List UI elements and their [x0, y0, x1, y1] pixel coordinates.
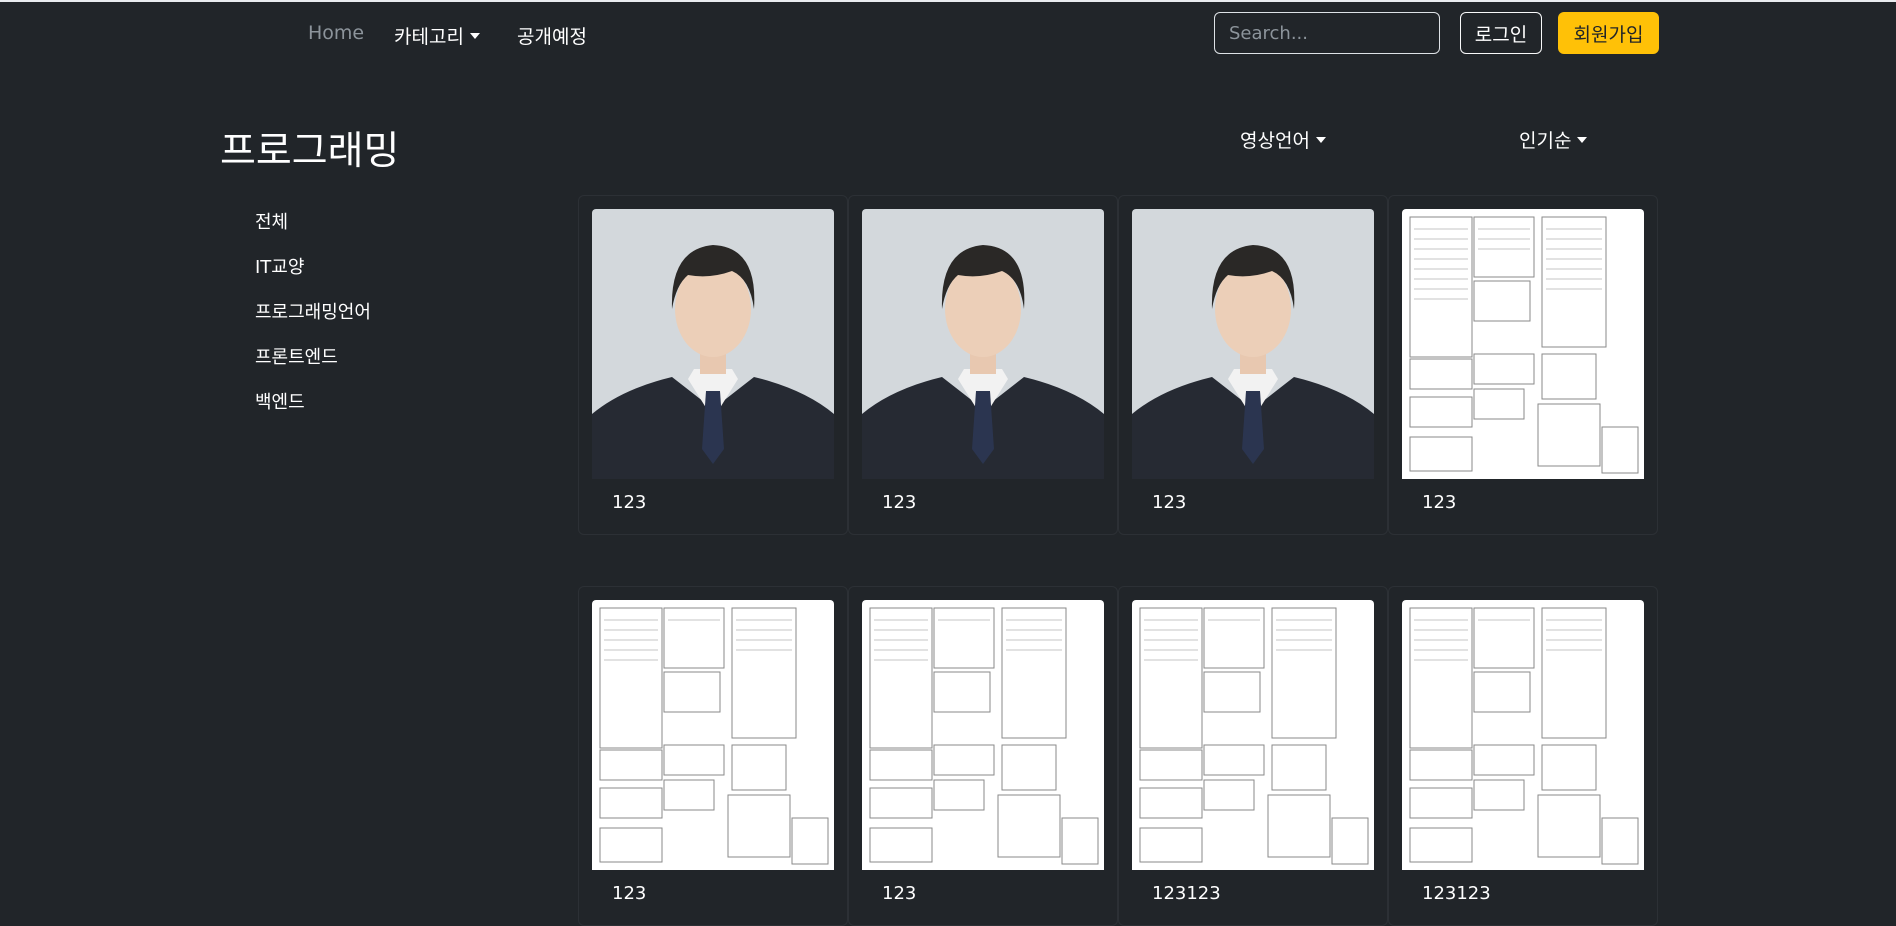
- sidebar-item-frontend[interactable]: 프론트엔드: [255, 343, 338, 369]
- card-title: 123: [1152, 492, 1187, 513]
- card-title: 123: [1422, 492, 1457, 513]
- sort-filter-label: 인기순: [1519, 130, 1572, 152]
- portrait-photo-image: [862, 209, 1104, 479]
- sidebar-item-all[interactable]: 전체: [255, 208, 288, 234]
- card-title: 123: [612, 492, 647, 513]
- portrait-thumbnail: [1132, 209, 1374, 479]
- course-card[interactable]: 123: [578, 586, 848, 926]
- caret-down-icon: [469, 33, 480, 39]
- caret-down-icon: [1577, 137, 1588, 143]
- portrait-thumbnail: [592, 209, 834, 479]
- erd-diagram-image: [1402, 600, 1644, 870]
- course-card[interactable]: 123: [1118, 195, 1388, 535]
- erd-diagram-image: [592, 600, 834, 870]
- sidebar-item-backend[interactable]: 백엔드: [255, 388, 305, 414]
- diagram-thumbnail: [862, 600, 1104, 870]
- login-button[interactable]: 로그인: [1460, 12, 1542, 54]
- card-title: 123: [882, 883, 917, 904]
- course-card[interactable]: 123: [848, 195, 1118, 535]
- sidebar-item-it-culture[interactable]: IT교양: [255, 253, 304, 279]
- language-filter-label: 영상언어: [1240, 130, 1310, 152]
- erd-diagram-image: [1132, 600, 1374, 870]
- portrait-photo-image: [1132, 209, 1374, 479]
- course-card[interactable]: 123: [578, 195, 848, 535]
- sort-filter-dropdown[interactable]: 인기순: [1519, 126, 1588, 153]
- caret-down-icon: [1315, 137, 1326, 143]
- course-card[interactable]: 123: [1388, 195, 1658, 535]
- portrait-thumbnail: [862, 209, 1104, 479]
- diagram-thumbnail: [1132, 600, 1374, 870]
- nav-home-link[interactable]: Home: [308, 22, 364, 44]
- nav-category-label: 카테고리: [394, 26, 464, 48]
- card-title: 123: [882, 492, 917, 513]
- erd-diagram-image: [1402, 209, 1644, 479]
- nav-upcoming-link[interactable]: 공개예정: [517, 22, 587, 49]
- card-title: 123123: [1422, 883, 1491, 904]
- course-card[interactable]: 123123: [1118, 586, 1388, 926]
- course-card[interactable]: 123: [848, 586, 1118, 926]
- card-title: 123123: [1152, 883, 1221, 904]
- search-input[interactable]: [1214, 12, 1440, 54]
- diagram-thumbnail: [1402, 209, 1644, 479]
- diagram-thumbnail: [592, 600, 834, 870]
- nav-category-dropdown[interactable]: 카테고리: [394, 22, 480, 49]
- sidebar-item-programming-language[interactable]: 프로그래밍언어: [255, 298, 371, 324]
- page-title: 프로그래밍: [220, 129, 400, 174]
- signup-button[interactable]: 회원가입: [1558, 12, 1659, 54]
- language-filter-dropdown[interactable]: 영상언어: [1240, 126, 1326, 153]
- navbar: Home 카테고리 공개예정 로그인 회원가입: [0, 2, 1896, 62]
- course-card[interactable]: 123123: [1388, 586, 1658, 926]
- portrait-photo-image: [592, 209, 834, 479]
- erd-diagram-image: [862, 600, 1104, 870]
- card-title: 123: [612, 883, 647, 904]
- diagram-thumbnail: [1402, 600, 1644, 870]
